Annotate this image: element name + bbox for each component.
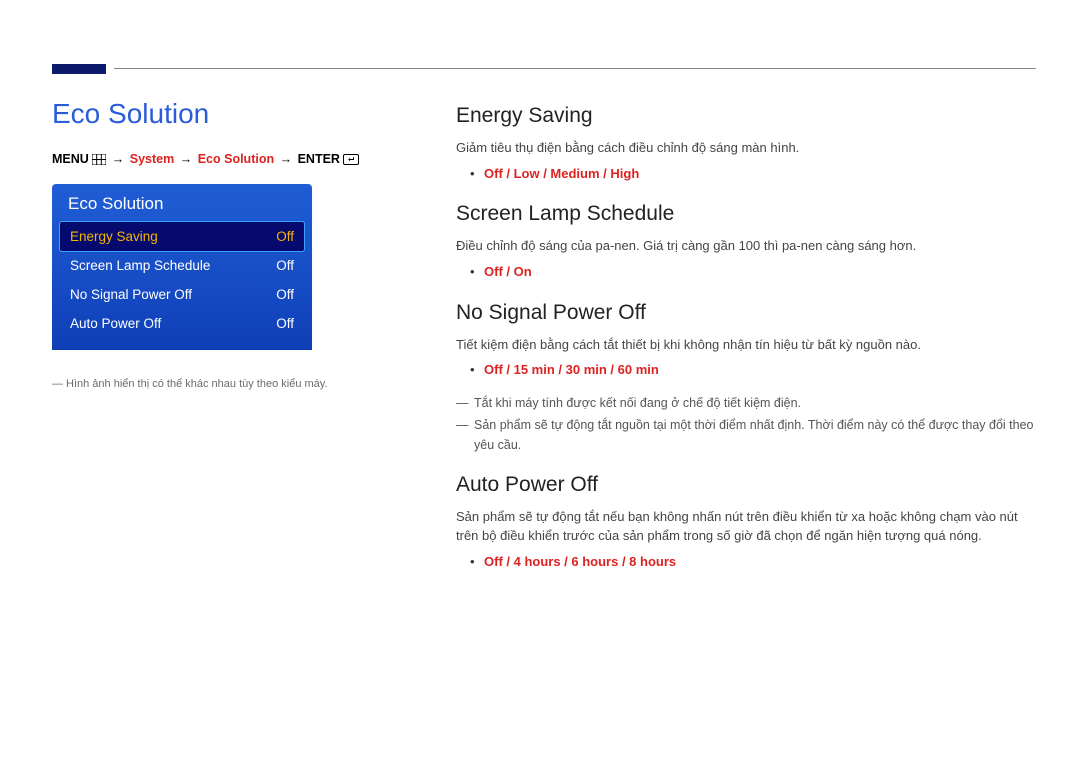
section-options: Off / 15 min / 30 min / 60 min	[456, 360, 1036, 381]
osd-row-value: Off	[276, 287, 294, 302]
left-footnote: Hình ảnh hiển thị có thể khác nhau tùy t…	[52, 376, 372, 393]
osd-row-label: Auto Power Off	[70, 316, 161, 331]
enter-icon	[343, 154, 359, 165]
menu-grid-icon	[92, 154, 106, 165]
breadcrumb-menu-label: MENU	[52, 152, 89, 166]
section-desc: Giảm tiêu thụ điện bằng cách điều chỉnh …	[456, 138, 1036, 158]
section-options: Off / On	[456, 262, 1036, 283]
breadcrumb-arrow: →	[178, 152, 195, 166]
breadcrumb-enter-label: ENTER	[298, 152, 340, 166]
osd-row-auto-power-off[interactable]: Auto Power Off Off	[60, 309, 304, 338]
breadcrumb-eco-solution: Eco Solution	[198, 152, 274, 166]
section-heading: Auto Power Off	[456, 473, 1036, 497]
breadcrumb-system: System	[130, 152, 174, 166]
section-screen-lamp-schedule: Screen Lamp Schedule Điều chỉnh độ sáng …	[456, 202, 1036, 282]
left-column: Eco Solution MENU → System → Eco Solutio…	[52, 98, 420, 591]
osd-row-label: Screen Lamp Schedule	[70, 258, 210, 273]
header-accent-bar	[52, 64, 106, 74]
section-desc: Sản phẩm sẽ tự động tắt nếu bạn không nh…	[456, 507, 1036, 546]
section-no-signal-power-off: No Signal Power Off Tiết kiệm điện bằng …	[456, 301, 1036, 455]
osd-row-label: No Signal Power Off	[70, 287, 192, 302]
section-desc: Điều chỉnh độ sáng của pa-nen. Giá trị c…	[456, 236, 1036, 256]
osd-row-value: Off	[276, 229, 294, 244]
breadcrumb-arrow: →	[110, 152, 127, 166]
osd-row-screen-lamp-schedule[interactable]: Screen Lamp Schedule Off	[60, 251, 304, 280]
osd-panel: Eco Solution Energy Saving Off Screen La…	[52, 184, 312, 350]
osd-row-value: Off	[276, 258, 294, 273]
section-auto-power-off: Auto Power Off Sản phẩm sẽ tự động tắt n…	[456, 473, 1036, 573]
osd-row-no-signal-power-off[interactable]: No Signal Power Off Off	[60, 280, 304, 309]
breadcrumb: MENU → System → Eco Solution → ENTER	[52, 152, 420, 166]
section-desc: Tiết kiệm điện bằng cách tắt thiết bị kh…	[456, 335, 1036, 355]
section-heading: Screen Lamp Schedule	[456, 202, 1036, 226]
section-heading: No Signal Power Off	[456, 301, 1036, 325]
header-divider-line	[114, 68, 1036, 69]
page-title: Eco Solution	[52, 98, 420, 130]
section-energy-saving: Energy Saving Giảm tiêu thụ điện bằng cá…	[456, 104, 1036, 184]
section-note: Sản phẩm sẽ tự động tắt nguồn tại một th…	[456, 415, 1036, 455]
osd-row-label: Energy Saving	[70, 229, 158, 244]
section-options: Off / Low / Medium / High	[456, 164, 1036, 185]
section-heading: Energy Saving	[456, 104, 1036, 128]
page-header-rule	[52, 64, 1036, 76]
breadcrumb-arrow: →	[278, 152, 295, 166]
section-options: Off / 4 hours / 6 hours / 8 hours	[456, 552, 1036, 573]
content-columns: Eco Solution MENU → System → Eco Solutio…	[52, 98, 1036, 591]
osd-row-value: Off	[276, 316, 294, 331]
osd-panel-title: Eco Solution	[60, 194, 304, 222]
osd-row-energy-saving[interactable]: Energy Saving Off	[60, 222, 304, 251]
section-note: Tắt khi máy tính được kết nối đang ở chế…	[456, 393, 1036, 413]
document-page: Eco Solution MENU → System → Eco Solutio…	[0, 0, 1080, 763]
right-column: Energy Saving Giảm tiêu thụ điện bằng cá…	[456, 98, 1036, 591]
